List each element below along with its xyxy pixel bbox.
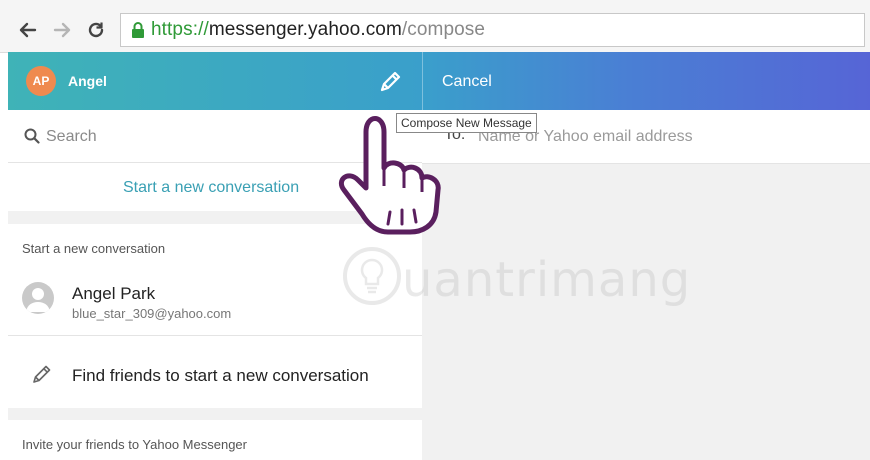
reload-icon[interactable]	[84, 18, 108, 42]
url-protocol: https://	[151, 19, 209, 40]
section-title: Start a new conversation	[22, 241, 166, 256]
forward-arrow-icon[interactable]	[50, 18, 74, 42]
pencil-icon	[31, 363, 53, 390]
contact-name[interactable]: Angel Park	[72, 284, 155, 304]
person-icon	[26, 288, 50, 312]
watermark-text: uantrimang	[402, 252, 692, 308]
divider	[8, 335, 422, 336]
invite-title: Invite your friends to Yahoo Messenger	[22, 437, 247, 452]
cancel-button[interactable]: Cancel	[442, 73, 492, 91]
url-text: https://messenger.yahoo.com/compose	[151, 19, 485, 41]
address-bar[interactable]: https://messenger.yahoo.com/compose	[120, 13, 865, 47]
pointing-hand-icon	[318, 90, 448, 235]
avatar[interactable]: AP	[26, 66, 56, 96]
lock-icon	[131, 21, 145, 39]
contact-email: blue_star_309@yahoo.com	[72, 306, 232, 321]
url-path: /compose	[401, 19, 486, 40]
browser-toolbar: https://messenger.yahoo.com/compose	[0, 0, 870, 53]
contact-avatar[interactable]	[22, 282, 54, 314]
invite-section: Invite your friends to Yahoo Messenger	[8, 420, 422, 460]
back-arrow-icon[interactable]	[16, 18, 40, 42]
lightbulb-logo-icon	[343, 247, 401, 305]
watermark: uantrimang	[342, 246, 690, 316]
search-icon	[24, 128, 40, 149]
user-name[interactable]: Angel	[68, 73, 107, 89]
find-friends-button[interactable]: Find friends to start a new conversation	[72, 366, 369, 386]
start-conversation-link[interactable]: Start a new conversation	[123, 179, 299, 197]
url-host: messenger.yahoo.com	[208, 19, 402, 40]
